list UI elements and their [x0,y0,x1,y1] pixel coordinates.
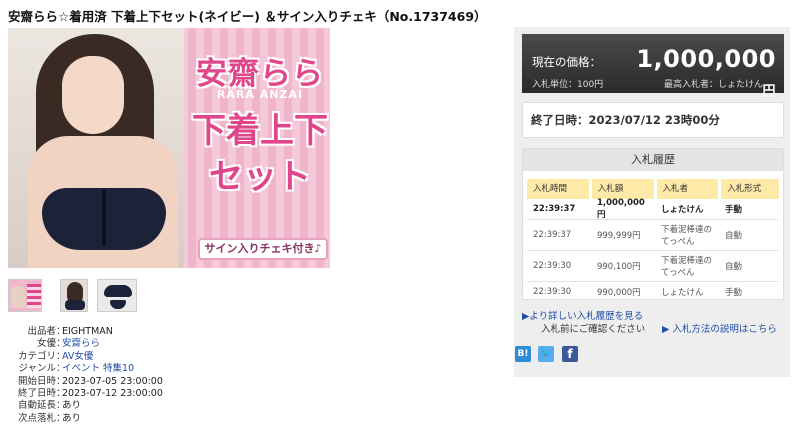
bid-type: 自動 [724,262,742,272]
bid-increment: 入札単位：100円 [532,80,604,90]
bid-help-link[interactable]: ▶ 入札方法の説明はこちら [662,321,777,335]
bid-panel: 現在の価格： 1,000,000円 入札単位：100円 最高入札者：しょたけん … [514,27,790,377]
auto-extend-value: あり [62,400,82,412]
bid-type: 自動 [724,231,742,241]
bid-history-title: 入札履歴 [523,149,783,171]
bid-time: 22:39:37 [533,204,576,214]
col-header-amount: 入札額 [591,179,654,199]
image-name-jp: 安齋らら [196,56,324,92]
actress-link[interactable]: 安齋らら [62,338,100,350]
thumb-figure [11,286,25,308]
detail-row-category: カテゴリ： AV女優 [8,351,163,363]
image-headline-1: 下着上下 [192,111,328,151]
bid-time: 22:39:37 [533,230,572,240]
seller-name: EIGHTMAN [62,326,113,337]
detail-label: 開始日時 [17,375,56,387]
table-row: 22:39:37 1,000,000円 しょたけん 手動 [527,198,779,220]
detail-row-end: 終了日時： 2023-07-12 23:00:00 [8,388,163,400]
bid-time: 22:39:30 [533,261,572,271]
thumb-bra [104,285,132,297]
image-headline-2: セット [209,157,311,197]
runner-up-value: あり [62,412,82,424]
bid-bidder: しょたけん [660,205,704,215]
bid-bidder: 下着泥棒達のてっぺん [660,225,712,247]
current-price-box: 現在の価格： 1,000,000 円 入札単位：100円 最高入札者：しょたけん [522,34,784,99]
thumb-panty [110,300,126,309]
col-header-time: 入札時間 [527,179,589,199]
thumbnail-3[interactable] [97,279,137,312]
thumb-text [27,284,41,308]
table-row: 22:39:30 990,000円 しょたけん 手動 [527,282,779,299]
price-number: 1,000,000 [636,45,776,73]
start-datetime: 2023-07-05 23:00:00 [62,375,163,387]
detail-row-seller: 出品者： EIGHTMAN [8,326,163,338]
detail-label: 出品者 [27,326,56,337]
page-title: 安齋らら☆着用済 下着上下セット(ネイビー) ＆サイン入りチェキ（No.1737… [8,9,487,24]
detail-row-start: 開始日時： 2023-07-05 23:00:00 [8,376,163,388]
bid-bidder: 下着泥棒達のてっぺん [660,256,712,278]
detail-label: 次点落札 [17,412,56,424]
hatena-bookmark-icon[interactable]: B! [515,346,531,362]
bid-amount: 990,000円 [596,288,641,298]
bid-time: 22:39:30 [533,287,572,297]
bid-history: 入札履歴 入札時間 入札額 入札者 入札形式 22:39:37 1,000,00… [522,148,784,300]
detail-label: カテゴリ [17,350,56,362]
facebook-icon[interactable]: f [562,346,578,362]
col-header-bidder: 入札者 [656,179,719,199]
end-datetime: 2023-07-12 23:00:00 [62,388,163,400]
detail-label: ジャンル [18,363,56,375]
main-product-image[interactable]: 安齋らら RARA ANZAI 下着上下 セット サイン入りチェキ付き♪ [8,28,330,268]
thumbnail-1[interactable] [8,279,42,312]
detail-row-runnerup: 次点落札：あり [8,413,163,425]
bra-center [102,190,106,246]
thumb-bra [65,300,85,310]
end-time: 終了日時：2023/07/12 23時00分 [522,102,784,138]
category-link[interactable]: AV女優 [62,351,93,363]
image-sign-tag: サイン入りチェキ付き♪ [198,238,328,260]
bid-amount: 990,100円 [596,262,641,272]
detail-label: 終了日時 [17,388,56,400]
model-face [62,56,124,134]
image-name-en: RARA ANZAI [216,88,304,101]
price-unit: 円 [762,84,776,99]
detail-row-actress: 女優：安齋らら [8,338,163,350]
bid-bidder: しょたけん [660,288,704,298]
price-value: 1,000,000 円 [632,45,776,101]
col-header-type: 入札形式 [721,179,780,199]
bid-type: 手動 [724,205,742,215]
thumbnail-2[interactable] [60,279,88,312]
bid-amount: 999,999円 [596,231,641,241]
detail-label: 女優 [36,338,56,350]
price-label: 現在の価格： [532,55,601,69]
detail-label: 自動延長 [17,400,56,412]
detail-row-genre: ジャンル：イベント 特集10 [8,363,163,375]
genre-link[interactable]: イベント 特集10 [62,363,134,375]
confirm-note: 入札前にご確認ください [541,324,646,335]
twitter-icon[interactable]: 🐦 [538,346,554,362]
detail-row-autoextend: 自動延長：あり [8,400,163,412]
top-bidder: 最高入札者：しょたけん [664,80,764,90]
item-details: 出品者： EIGHTMAN 女優：安齋らら カテゴリ： AV女優 ジャンル：イベント… [8,326,163,425]
table-row: 22:39:30 990,100円 下着泥棒達のてっぺん 自動 [527,251,779,282]
more-history-link[interactable]: ▶より詳しい入札履歴を見る [522,308,643,322]
bid-history-header: 入札時間 入札額 入札者 入札形式 [527,179,780,199]
table-row: 22:39:37 999,999円 下着泥棒達のてっぺん 自動 [527,220,779,251]
bid-amount: 1,000,000円 [596,198,645,220]
bid-type: 手動 [724,288,742,298]
